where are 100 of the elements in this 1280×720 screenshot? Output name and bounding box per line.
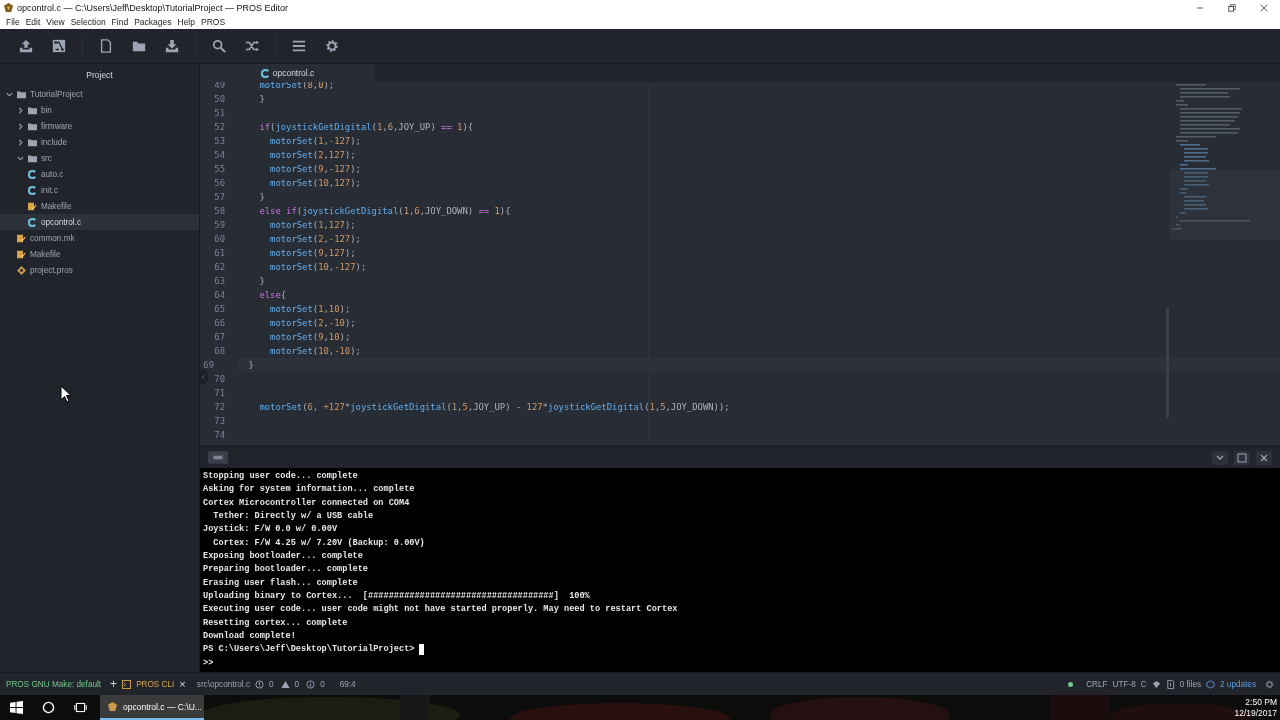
menu-item[interactable]: View xyxy=(43,17,68,27)
close-icon[interactable] xyxy=(1256,450,1272,465)
code-line: } xyxy=(258,94,265,104)
clock-time: 2:50 PM xyxy=(1245,696,1277,708)
search-icon[interactable] xyxy=(212,39,226,53)
tree-item[interactable]: include xyxy=(0,134,199,150)
file-count[interactable]: 0 files xyxy=(1179,679,1202,689)
line-number: 67 xyxy=(213,332,225,342)
shuffle-icon[interactable] xyxy=(245,39,259,53)
menu-icon[interactable] xyxy=(292,39,306,53)
tree-item[interactable]: TutorialProject xyxy=(0,86,199,102)
c-file-icon xyxy=(260,68,270,78)
close-tab-button[interactable]: × xyxy=(179,678,186,690)
tree-item[interactable]: auto.c xyxy=(0,166,199,182)
file-check-icon xyxy=(17,233,26,243)
editor-tab[interactable]: opcontrol.c xyxy=(200,64,375,82)
tree-item[interactable]: init.c xyxy=(0,182,199,198)
error-count: 0 xyxy=(269,679,274,689)
task-view-icon[interactable] xyxy=(74,701,87,714)
text-cursor xyxy=(419,644,425,656)
updates-link[interactable]: 2 updates xyxy=(1220,679,1256,689)
menu-item[interactable]: Find xyxy=(108,17,132,27)
folder-icon[interactable] xyxy=(132,39,146,53)
file-path[interactable]: src\opcontrol.c xyxy=(196,679,251,689)
tree-item[interactable]: common.mk xyxy=(0,230,199,246)
search-circle-icon[interactable] xyxy=(42,701,55,714)
error-icon xyxy=(255,679,265,689)
line-number: 72 xyxy=(213,402,225,412)
tree-item[interactable]: opcontrol.c xyxy=(0,214,199,230)
cursor-position[interactable]: 69:4 xyxy=(339,679,356,689)
menu-item[interactable]: Selection xyxy=(67,17,109,27)
code-line: motorSet(8,0); xyxy=(258,82,335,90)
close-icon[interactable] xyxy=(1260,3,1268,12)
tree-item[interactable]: bin xyxy=(0,102,199,118)
terminal-line: Erasing user flash... complete xyxy=(203,576,359,590)
terminal-line: Cortex Microcontroller connected on COM4 xyxy=(203,496,411,510)
menu-item[interactable]: Packages xyxy=(131,17,175,27)
terminal-line: Exposing bootloader... complete xyxy=(203,549,364,563)
circuit-board-icon[interactable] xyxy=(52,39,66,53)
download-icon[interactable] xyxy=(165,39,179,53)
gear-file-icon xyxy=(17,265,26,275)
tree-item[interactable]: project.pros xyxy=(0,262,199,278)
warning-count: 0 xyxy=(294,679,300,689)
line-number: 64 xyxy=(213,290,225,300)
code-line: motorSet(10,-127); xyxy=(269,262,367,272)
code-line: motorSet(1,-127); xyxy=(269,136,361,146)
build-status[interactable]: PROS GNU Make: default xyxy=(6,679,102,689)
encoding[interactable]: UTF-8 xyxy=(1112,679,1136,689)
line-number: 58 xyxy=(213,206,225,216)
line-number: 63 xyxy=(213,276,225,286)
collapse-handle-icon[interactable] xyxy=(200,368,210,386)
line-number: 74 xyxy=(213,430,225,440)
restore-icon[interactable] xyxy=(1228,3,1236,12)
add-terminal-button[interactable]: + xyxy=(110,677,118,691)
terminal-tab[interactable]: PROS CLI xyxy=(122,679,175,689)
line-number: 50 xyxy=(213,94,225,104)
clock-date: 12/19/2017 xyxy=(1234,707,1277,719)
tree-item[interactable]: firmware xyxy=(0,118,199,134)
terminal-line: Asking for system information... complete xyxy=(203,483,416,497)
menu-item[interactable]: Help xyxy=(174,17,198,27)
menu-item[interactable]: File xyxy=(3,17,23,27)
code-line: } xyxy=(258,276,265,286)
maximize-icon[interactable] xyxy=(1234,450,1250,465)
windows-start-icon[interactable] xyxy=(10,701,23,714)
taskbar-app-button[interactable]: opcontrol.c — C:\U... xyxy=(100,695,204,720)
tree-item[interactable]: Makefile xyxy=(0,198,199,214)
mouse-cursor-icon xyxy=(60,385,72,403)
settings-icon[interactable] xyxy=(325,39,339,53)
line-number: 69 xyxy=(202,360,214,370)
code-line: } xyxy=(247,360,254,370)
c-file-icon xyxy=(28,217,37,227)
line-number: 71 xyxy=(213,388,225,398)
line-number: 57 xyxy=(213,192,225,202)
code-line: motorSet(9,-127); xyxy=(269,164,361,174)
terminal-icon xyxy=(122,679,132,689)
code-line: motorSet(2,127); xyxy=(269,150,356,160)
upload-icon[interactable] xyxy=(19,39,33,53)
tree-item[interactable]: src xyxy=(0,150,199,166)
line-number: 61 xyxy=(213,248,225,258)
line-number: 73 xyxy=(213,416,225,426)
chevron-down-icon[interactable] xyxy=(1212,450,1228,465)
line-number: 56 xyxy=(213,178,225,188)
terminal-line: Tether: Directly w/ a USB cable xyxy=(212,509,375,523)
terminal-line: Resetting cortex... complete xyxy=(203,616,349,630)
settings-icon[interactable] xyxy=(1265,679,1274,689)
menu-item[interactable]: Edit xyxy=(22,17,44,27)
code-line: motorSet(2,-127); xyxy=(269,234,361,244)
tree-item[interactable]: Makefile xyxy=(0,246,199,262)
tab-label: opcontrol.c xyxy=(272,68,315,78)
code-line: motorSet(10,127); xyxy=(269,178,361,188)
terminal-line: Uploading binary to Cortex... [####################################] 100% xyxy=(203,589,591,603)
grammar[interactable]: C xyxy=(1140,679,1147,689)
menu-item[interactable]: PROS xyxy=(198,17,229,27)
line-ending[interactable]: CRLF xyxy=(1086,679,1108,689)
code-line: motorSet(10,-10); xyxy=(269,346,361,356)
info-icon xyxy=(306,679,316,689)
new-file-icon[interactable] xyxy=(99,39,113,53)
keyboard-icon[interactable] xyxy=(208,451,228,465)
code-line: motorSet(9,127); xyxy=(269,248,356,258)
file-check-icon xyxy=(17,249,26,259)
